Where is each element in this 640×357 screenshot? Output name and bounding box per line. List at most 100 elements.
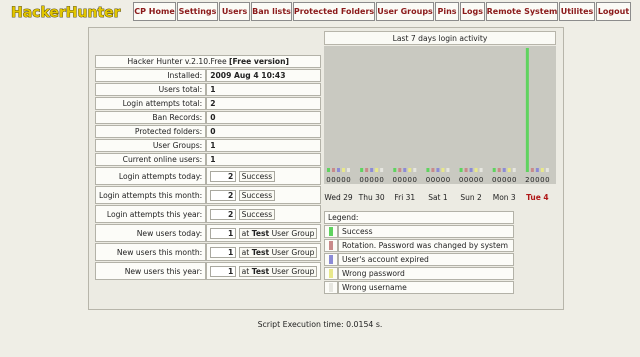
legend-row: Wrong password bbox=[324, 267, 514, 280]
new-year-at: at bbox=[241, 266, 250, 276]
data-label: 0 bbox=[512, 176, 516, 184]
data-label: 0 bbox=[479, 176, 483, 184]
login-year-cell: 2 Success bbox=[206, 205, 322, 223]
legend-header-row: Legend: bbox=[324, 211, 514, 224]
nav-ban-lists[interactable]: Ban lists bbox=[251, 2, 292, 21]
login-today-label: Login attempts today: bbox=[95, 167, 207, 185]
login-today-status[interactable]: Success bbox=[238, 170, 276, 182]
protected-folders-value: 0 bbox=[206, 125, 322, 138]
logo-wordmark: HackerHunter bbox=[11, 5, 121, 21]
bar-success-0 bbox=[327, 168, 330, 172]
legend-swatch bbox=[329, 283, 333, 293]
legend-swatch-cell bbox=[324, 281, 338, 294]
new-today-group-name: Test bbox=[251, 228, 270, 238]
bar-success-6 bbox=[525, 48, 529, 172]
chart-legend: Legend: Success Rotation. Password was ch… bbox=[324, 210, 514, 295]
stats-row-login-today: Login attempts today: 2 Success bbox=[95, 167, 322, 185]
new-month-group-name: Test bbox=[251, 247, 270, 257]
app-logo: HackerHunter bbox=[10, 3, 122, 21]
stats-row-new-today: New users today: 1 at Test User Group bbox=[95, 224, 322, 242]
nav-logout[interactable]: Logout bbox=[596, 2, 631, 21]
chart-plot-area bbox=[324, 46, 556, 184]
new-year-group[interactable]: at Test User Group bbox=[238, 265, 318, 277]
nav-user-groups[interactable]: User Groups bbox=[376, 2, 434, 21]
login-month-status[interactable]: Success bbox=[238, 189, 276, 201]
legend-swatch-cell bbox=[324, 239, 338, 252]
new-month-cell: 1 at Test User Group bbox=[206, 243, 322, 261]
new-today-group[interactable]: at Test User Group bbox=[238, 227, 318, 239]
data-label: 0 bbox=[431, 176, 435, 184]
bar-user-s-account-expired-5 bbox=[502, 168, 506, 172]
x-tick-label: Sun 2 bbox=[460, 193, 482, 202]
bar-wrong-password-5 bbox=[507, 168, 511, 172]
nav-protected-folders[interactable]: Protected Folders bbox=[293, 2, 375, 21]
main-nav: CP Home Settings Users Ban lists Protect… bbox=[133, 2, 632, 21]
data-label: 0 bbox=[502, 176, 506, 184]
legend-label: Wrong password bbox=[338, 267, 514, 280]
legend-row: User's account expired bbox=[324, 253, 514, 266]
bar-user-s-account-expired-1 bbox=[370, 168, 374, 172]
data-label: 0 bbox=[492, 176, 496, 184]
bar-rotation-password-was-changed-by-system-5 bbox=[497, 168, 501, 172]
data-label: 0 bbox=[413, 176, 417, 184]
new-today-value: 1 bbox=[210, 227, 237, 239]
execution-time: Script Execution time: 0.0154 s. bbox=[257, 320, 383, 329]
bar-wrong-username-1 bbox=[380, 168, 384, 172]
chart-title: Last 7 days login activity bbox=[324, 31, 556, 45]
data-label: 0 bbox=[326, 176, 330, 184]
nav-logs[interactable]: Logs bbox=[460, 2, 485, 21]
bar-user-s-account-expired-4 bbox=[469, 168, 473, 172]
data-label: 0 bbox=[379, 176, 383, 184]
bar-wrong-password-1 bbox=[375, 168, 379, 172]
login-year-status[interactable]: Success bbox=[238, 208, 276, 220]
login-attempts-total-value: 2 bbox=[206, 97, 322, 110]
legend-swatch-cell bbox=[324, 267, 338, 280]
data-label: 2 bbox=[525, 176, 529, 184]
new-today-label: New users today: bbox=[95, 224, 207, 242]
nav-remote-system[interactable]: Remote System bbox=[486, 2, 558, 21]
stats-row-online-users: Current online users: 1 bbox=[95, 153, 322, 166]
legend-swatch-cell bbox=[324, 253, 338, 266]
stats-row-user-groups: User Groups: 1 bbox=[95, 139, 322, 152]
nav-utilites[interactable]: Utilites bbox=[559, 2, 595, 21]
bar-rotation-password-was-changed-by-system-0 bbox=[332, 168, 335, 172]
data-label: 0 bbox=[474, 176, 478, 184]
x-tick-label: Tue 4 bbox=[526, 193, 549, 202]
new-month-label: New users this month: bbox=[95, 243, 207, 261]
stats-row-login-total: Login attempts total: 2 bbox=[95, 97, 322, 110]
new-month-group[interactable]: at Test User Group bbox=[238, 246, 318, 258]
legend-label: Rotation. Password was changed by system bbox=[338, 239, 514, 252]
data-label: 0 bbox=[469, 176, 473, 184]
nav-cp-home[interactable]: CP Home bbox=[133, 2, 176, 21]
nav-users[interactable]: Users bbox=[219, 2, 250, 21]
data-label: 0 bbox=[331, 176, 335, 184]
data-label: 0 bbox=[359, 176, 363, 184]
data-label: 0 bbox=[535, 176, 539, 184]
stats-row-login-month: Login attempts this month: 2 Success bbox=[95, 186, 322, 204]
online-users-value: 1 bbox=[206, 153, 322, 166]
new-year-label: New users this year: bbox=[95, 262, 207, 280]
data-label: 0 bbox=[459, 176, 463, 184]
x-tick-label: Sat 1 bbox=[428, 193, 448, 202]
bar-wrong-username-4 bbox=[479, 168, 483, 172]
new-month-at: at bbox=[241, 247, 250, 257]
login-today-value: 2 bbox=[210, 170, 237, 182]
nav-pins[interactable]: Pins bbox=[435, 2, 459, 21]
data-label: 0 bbox=[436, 176, 440, 184]
legend-row: Rotation. Password was changed by system bbox=[324, 239, 514, 252]
nav-settings[interactable]: Settings bbox=[177, 2, 218, 21]
x-tick-label: Wed 29 bbox=[324, 193, 353, 202]
login-month-cell: 2 Success bbox=[206, 186, 322, 204]
data-label: 0 bbox=[464, 176, 468, 184]
stats-row-new-month: New users this month: 1 at Test User Gro… bbox=[95, 243, 322, 261]
data-label: 0 bbox=[408, 176, 412, 184]
legend-row: Success bbox=[324, 225, 514, 238]
data-label: 0 bbox=[446, 176, 450, 184]
bar-success-1 bbox=[360, 168, 364, 172]
bar-wrong-password-3 bbox=[441, 168, 445, 172]
legend-swatch bbox=[329, 255, 333, 265]
legend-title: Legend: bbox=[324, 211, 514, 224]
bar-wrong-username-5 bbox=[512, 168, 516, 172]
bar-user-s-account-expired-0 bbox=[337, 168, 340, 172]
users-total-value: 1 bbox=[206, 83, 322, 96]
